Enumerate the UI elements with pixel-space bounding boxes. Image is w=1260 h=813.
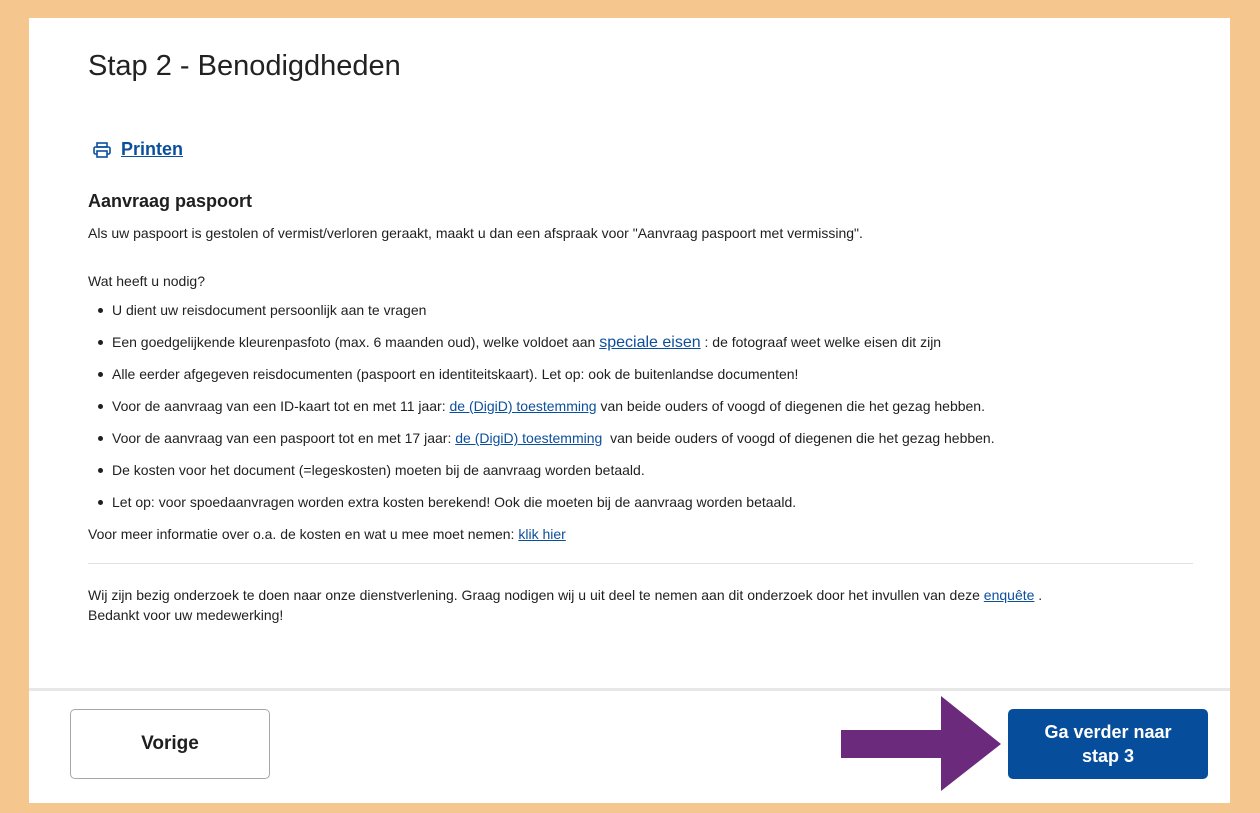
list-item: De kosten voor het document (=legeskoste… — [88, 461, 995, 493]
next-step-label-line2: stap 3 — [1081, 746, 1135, 766]
print-link[interactable]: Printen — [93, 139, 183, 160]
requirements-list: U dient uw reisdocument persoonlijk aan … — [88, 301, 995, 525]
previous-button[interactable]: Vorige — [70, 709, 270, 779]
page-title: Stap 2 - Benodigdheden — [88, 50, 401, 82]
more-info-link[interactable]: klik hier — [518, 526, 565, 542]
more-info-text: Voor meer informatie over o.a. de kosten… — [88, 526, 566, 542]
question-text: Wat heeft u nodig? — [88, 273, 206, 289]
next-step-button[interactable]: Ga verder naar stap 3 — [1008, 709, 1208, 779]
list-item: Voor de aanvraag van een paspoort tot en… — [88, 429, 995, 461]
digid-consent-link-passport[interactable]: de (DigiD) toestemming — [455, 430, 602, 446]
arrow-right-icon — [841, 696, 1001, 791]
section-title: Aanvraag paspoort — [88, 191, 253, 211]
footer-bar: Vorige Ga verder naar stap 3 — [29, 688, 1230, 803]
survey-link[interactable]: enquête — [984, 587, 1035, 603]
list-item: U dient uw reisdocument persoonlijk aan … — [88, 301, 995, 333]
list-item: Voor de aanvraag van een ID-kaart tot en… — [88, 397, 995, 429]
special-requirements-link[interactable]: speciale eisen — [599, 334, 700, 351]
list-item: Een goedgelijkende kleurenpasfoto (max. … — [88, 333, 995, 365]
divider — [88, 563, 1193, 564]
next-step-label-line1: Ga verder naar — [1044, 722, 1172, 742]
printer-icon — [93, 141, 111, 158]
thanks-text: Bedankt voor uw medewerking! — [88, 607, 284, 623]
print-label: Printen — [121, 139, 184, 159]
digid-consent-link-idcard[interactable]: de (DigiD) toestemming — [450, 398, 597, 414]
list-item: Alle eerder afgegeven reisdocumenten (pa… — [88, 365, 995, 397]
list-item: Let op: voor spoedaanvragen worden extra… — [88, 493, 995, 525]
main-panel: Stap 2 - Benodigdheden Printen Aanvraag … — [29, 18, 1230, 803]
intro-text: Als uw paspoort is gestolen of vermist/v… — [88, 225, 863, 241]
survey-notice: Wij zijn bezig onderzoek te doen naar on… — [88, 587, 1043, 623]
